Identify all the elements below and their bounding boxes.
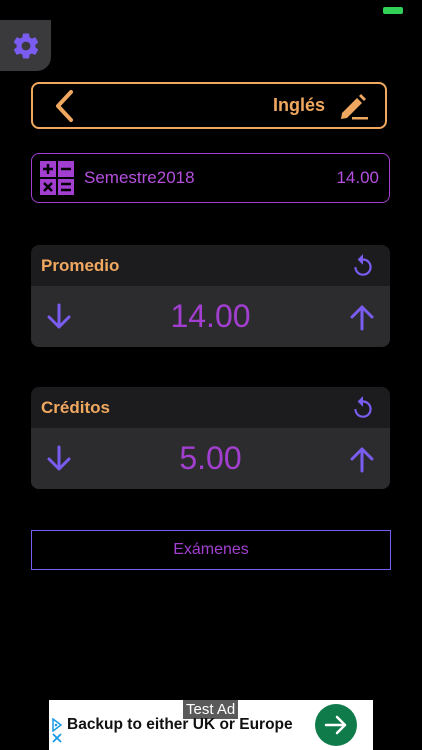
reset-icon[interactable] (350, 253, 376, 279)
arrow-right-icon (323, 712, 349, 738)
settings-button[interactable] (0, 20, 51, 71)
gear-icon (11, 31, 41, 61)
average-card: Promedio 14.00 (31, 245, 390, 347)
battery-indicator (383, 7, 403, 14)
credits-card: Créditos 5.00 (31, 387, 390, 489)
arrow-down-icon[interactable] (45, 303, 73, 331)
calculator-icon (40, 161, 74, 195)
back-chevron-icon[interactable] (53, 89, 77, 123)
subject-bar: Inglés (31, 82, 387, 129)
credits-title: Créditos (41, 397, 110, 417)
credits-value: 5.00 (179, 440, 242, 476)
exams-button[interactable]: Exámenes (31, 530, 391, 570)
adchoices[interactable] (50, 718, 64, 748)
ad-banner[interactable]: Test Ad Backup to either UK or Europe (49, 700, 373, 750)
arrow-up-icon[interactable] (348, 303, 376, 331)
average-value: 14.00 (170, 298, 251, 334)
arrow-up-icon[interactable] (348, 445, 376, 473)
edit-pencil-icon[interactable] (337, 91, 369, 121)
semester-name: Semestre2018 (84, 168, 195, 187)
semester-selector[interactable]: Semestre2018 14.00 (31, 153, 390, 203)
semester-value: 14.00 (336, 168, 379, 187)
adchoices-icon[interactable] (51, 718, 63, 732)
average-title: Promedio (41, 255, 120, 275)
subject-name: Inglés (272, 95, 325, 115)
close-icon[interactable] (51, 732, 63, 744)
reset-icon[interactable] (350, 395, 376, 421)
ad-go-button[interactable] (315, 704, 357, 746)
ad-text: Backup to either UK or Europe (67, 716, 293, 733)
arrow-down-icon[interactable] (45, 445, 73, 473)
